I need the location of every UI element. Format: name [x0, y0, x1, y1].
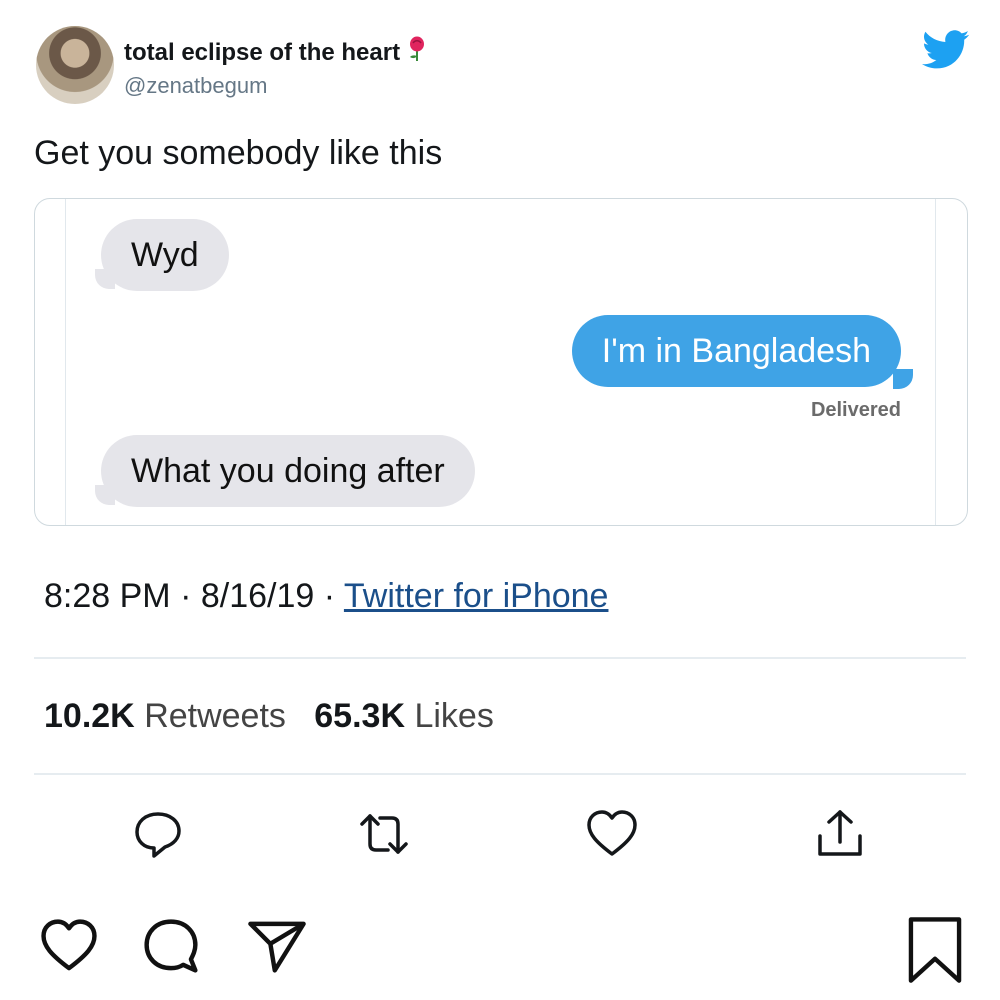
reply-icon[interactable] [130, 806, 186, 862]
likes-count[interactable]: 65.3K [314, 697, 405, 735]
send-icon[interactable] [246, 915, 308, 977]
message-bubble-incoming: Wyd [101, 219, 229, 291]
delivered-label: Delivered [810, 399, 901, 421]
divider [34, 657, 966, 659]
tweet-media[interactable]: Wyd I'm in Bangladesh Delivered What you… [34, 198, 968, 526]
display-name-text: total eclipse of the heart [124, 39, 401, 66]
rose-icon [406, 36, 428, 69]
comment-icon[interactable] [140, 915, 202, 977]
divider [34, 773, 966, 775]
bubble-tail [893, 369, 913, 389]
tweet-time: 8:28 PM [44, 577, 171, 615]
source-link[interactable]: Twitter for iPhone [344, 577, 609, 615]
user-handle[interactable]: @zenatbegum [124, 73, 267, 99]
like-icon[interactable] [584, 806, 640, 862]
heart-icon[interactable] [38, 915, 100, 977]
media-border-line [935, 199, 936, 525]
message-bubble-incoming: What you doing after [101, 435, 475, 507]
media-border-line [65, 199, 66, 525]
twitter-bird-icon [922, 30, 970, 70]
meta-separator: · [314, 577, 344, 615]
display-name[interactable]: total eclipse of the heart [124, 36, 428, 69]
tweet-meta: 8:28 PM · 8/16/19 · Twitter for iPhone [44, 577, 608, 616]
retweets-label[interactable]: Retweets [144, 697, 286, 735]
share-icon[interactable] [812, 806, 868, 862]
bookmark-icon[interactable] [904, 915, 966, 985]
meta-separator: · [170, 577, 201, 615]
retweet-icon[interactable] [356, 806, 412, 862]
likes-label[interactable]: Likes [414, 697, 493, 735]
avatar[interactable] [36, 26, 114, 104]
message-bubble-outgoing: I'm in Bangladesh [571, 315, 901, 387]
tweet-stats: 10.2K Retweets 65.3K Likes [44, 697, 494, 736]
tweet-date: 8/16/19 [200, 577, 315, 615]
retweets-count[interactable]: 10.2K [44, 697, 135, 735]
tweet-text: Get you somebody like this [34, 134, 443, 172]
